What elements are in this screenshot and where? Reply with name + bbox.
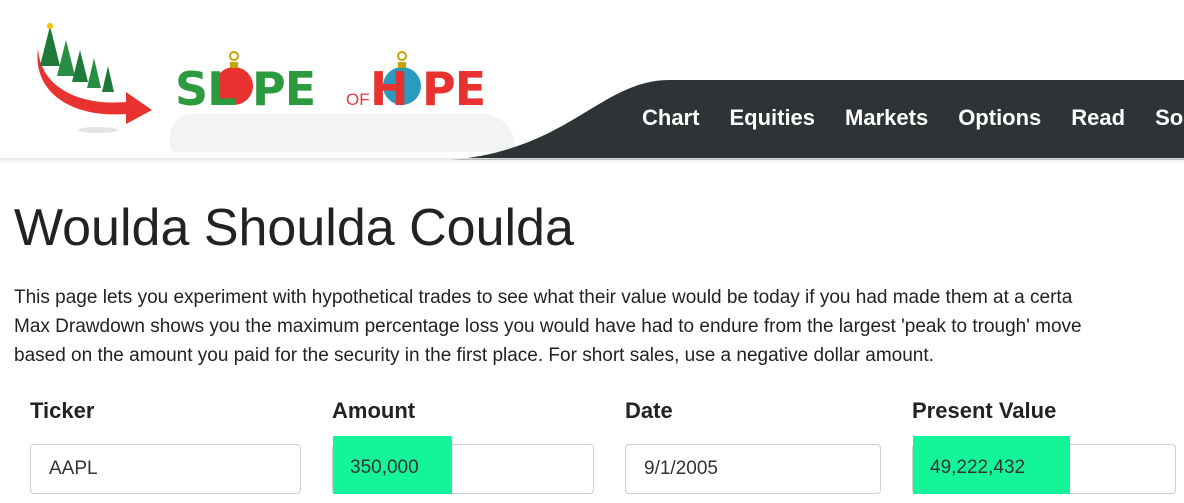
logo-text-h: H xyxy=(370,62,408,116)
amount-value: 350,000 xyxy=(350,457,419,478)
nav-options[interactable]: Options xyxy=(958,105,1041,131)
logo-text-sl: SL xyxy=(175,62,236,116)
intro-line-1: This page lets you experiment with hypot… xyxy=(14,287,1073,308)
intro-line-2: Max Drawdown shows you the maximum perce… xyxy=(14,316,1082,337)
date-label: Date xyxy=(625,398,673,423)
logo-text-pe: PE xyxy=(252,62,316,116)
main-nav: Chart Equities Markets Options Read So xyxy=(642,105,1184,131)
page-title: Woulda Shoulda Coulda xyxy=(14,199,574,257)
ticker-label: Ticker xyxy=(30,398,95,423)
intro-line-3: based on the amount you paid for the sec… xyxy=(14,345,934,366)
logo-text-of: OF xyxy=(346,90,370,109)
header-shadow xyxy=(0,158,1184,164)
nav-read[interactable]: Read xyxy=(1071,105,1125,131)
date-input[interactable] xyxy=(625,444,881,494)
intro-text: This page lets you experiment with hypot… xyxy=(14,283,1184,370)
present-value-text: 49,222,432 xyxy=(930,457,1026,478)
amount-label: Amount xyxy=(332,398,416,423)
nav-markets[interactable]: Markets xyxy=(845,105,928,131)
nav-so[interactable]: So xyxy=(1155,105,1183,131)
nav-equities[interactable]: Equities xyxy=(729,105,815,131)
slope-of-hope-logo[interactable]: SL O PE OF H O PE xyxy=(30,18,515,152)
present-value-label: Present Value xyxy=(912,398,1057,423)
ticker-input[interactable] xyxy=(30,444,301,494)
nav-chart[interactable]: Chart xyxy=(642,105,699,131)
site-header: SL O PE OF H O PE Chart Equities Markets… xyxy=(0,0,1184,162)
